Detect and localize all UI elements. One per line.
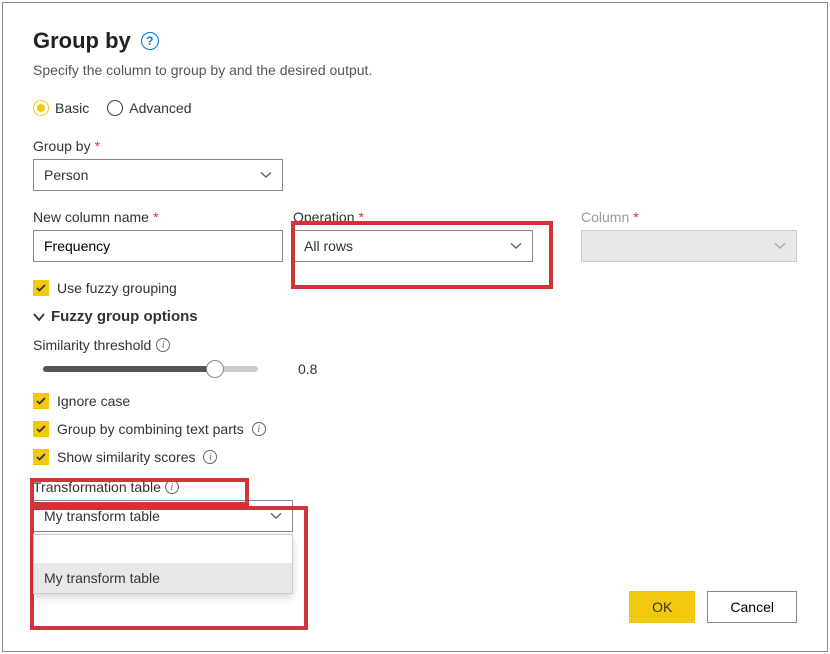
dialog-title: Group by — [33, 28, 131, 54]
cancel-button[interactable]: Cancel — [707, 591, 797, 623]
dropdown-item[interactable]: My transform table — [34, 563, 292, 593]
radio-icon — [107, 100, 123, 116]
threshold-slider[interactable] — [43, 366, 258, 372]
show-scores-label: Show similarity scores — [57, 449, 195, 465]
column-label: Column* — [581, 209, 797, 225]
mode-radio-group: Basic Advanced — [33, 100, 797, 116]
ok-button[interactable]: OK — [629, 591, 695, 623]
combine-text-label: Group by combining text parts — [57, 421, 244, 437]
ignore-case-label: Ignore case — [57, 393, 130, 409]
new-column-label: New column name* — [33, 209, 293, 225]
radio-icon — [33, 100, 49, 116]
group-by-value: Person — [44, 167, 88, 183]
show-scores-checkbox-row[interactable]: Show similarity scores i — [33, 449, 797, 465]
group-by-select[interactable]: Person — [33, 159, 283, 191]
chevron-down-icon — [33, 312, 45, 322]
info-icon[interactable]: i — [203, 450, 217, 464]
radio-advanced-label: Advanced — [129, 100, 191, 116]
checkbox-icon — [33, 393, 49, 409]
fuzzy-options-header[interactable]: Fuzzy group options — [33, 308, 797, 325]
dialog-subtitle: Specify the column to group by and the d… — [33, 62, 797, 78]
new-column-input[interactable] — [33, 230, 283, 262]
radio-advanced[interactable]: Advanced — [107, 100, 191, 116]
info-icon[interactable]: i — [252, 422, 266, 436]
checkbox-icon — [33, 280, 49, 296]
group-by-dialog: Group by ? Specify the column to group b… — [2, 2, 828, 652]
slider-thumb[interactable] — [206, 360, 224, 378]
checkbox-icon — [33, 421, 49, 437]
threshold-value: 0.8 — [298, 361, 317, 377]
info-icon[interactable]: i — [156, 338, 170, 352]
help-icon[interactable]: ? — [141, 32, 159, 50]
dropdown-blank-item[interactable] — [34, 535, 292, 563]
threshold-label: Similarity threshold i — [33, 337, 797, 353]
transform-dropdown: My transform table — [33, 534, 293, 594]
radio-basic-label: Basic — [55, 100, 89, 116]
combine-text-checkbox-row[interactable]: Group by combining text parts i — [33, 421, 797, 437]
fuzzy-grouping-label: Use fuzzy grouping — [57, 280, 177, 296]
group-by-label: Group by* — [33, 138, 797, 154]
checkbox-icon — [33, 449, 49, 465]
chevron-down-icon — [774, 242, 786, 250]
highlight-annotation — [30, 478, 249, 506]
highlight-annotation — [291, 221, 553, 289]
radio-basic[interactable]: Basic — [33, 100, 89, 116]
ignore-case-checkbox-row[interactable]: Ignore case — [33, 393, 797, 409]
column-select — [581, 230, 797, 262]
chevron-down-icon — [260, 171, 272, 179]
